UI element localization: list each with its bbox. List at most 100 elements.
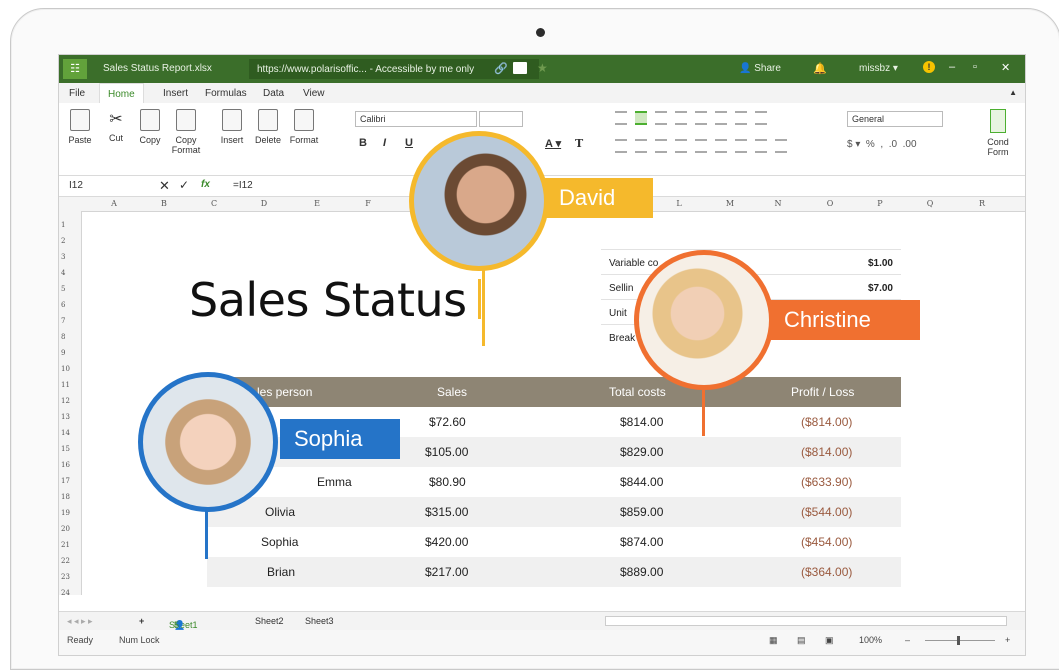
- row-23[interactable]: 23: [61, 573, 70, 581]
- font-name-select[interactable]: Calibri: [355, 111, 477, 127]
- row-4[interactable]: 4: [61, 269, 65, 277]
- underline-icon[interactable]: U: [405, 137, 413, 149]
- row-6[interactable]: 6: [61, 301, 65, 309]
- column-m[interactable]: M: [725, 199, 735, 208]
- table-row[interactable]: Olivia $315.00 $859.00 ($544.00): [207, 497, 901, 527]
- row-22[interactable]: 22: [61, 557, 70, 565]
- share-button[interactable]: 👤 Share: [739, 63, 781, 74]
- distribute-icon[interactable]: [695, 139, 707, 153]
- tab-insert[interactable]: Insert: [163, 88, 188, 99]
- number-format-select[interactable]: General: [847, 111, 943, 127]
- cancel-formula-icon[interactable]: ✕: [159, 178, 170, 194]
- column-p[interactable]: P: [875, 199, 885, 208]
- column-b[interactable]: B: [159, 199, 169, 208]
- align-center-icon[interactable]: [635, 139, 647, 153]
- sheet-tab-3[interactable]: Sheet3: [305, 616, 334, 626]
- bold-icon[interactable]: B: [359, 137, 367, 149]
- tab-formulas[interactable]: Formulas: [205, 88, 247, 99]
- grid-app-icon[interactable]: ☷: [63, 59, 87, 79]
- outdent-icon[interactable]: [715, 139, 727, 153]
- increase-decimal-icon[interactable]: .0: [889, 139, 897, 150]
- paste-button[interactable]: Paste: [63, 109, 97, 145]
- fill-icon[interactable]: [755, 111, 767, 125]
- row-17[interactable]: 17: [61, 477, 70, 485]
- text-style-icon[interactable]: T: [575, 137, 583, 150]
- column-q[interactable]: Q: [925, 199, 935, 208]
- column-o[interactable]: O: [825, 199, 835, 208]
- row-19[interactable]: 19: [61, 509, 70, 517]
- header-profit-loss[interactable]: Profit / Loss: [791, 385, 854, 399]
- collapse-ribbon-icon[interactable]: ▲: [1009, 88, 1017, 97]
- table-row[interactable]: Emma $80.90 $844.00 ($633.90): [207, 467, 901, 497]
- row-2[interactable]: 2: [61, 237, 65, 245]
- confirm-formula-icon[interactable]: ✓: [179, 178, 189, 192]
- normal-view-icon[interactable]: ▦: [769, 635, 778, 646]
- page-break-icon[interactable]: ▣: [825, 635, 834, 646]
- row-3[interactable]: 3: [61, 253, 65, 261]
- column-c[interactable]: C: [209, 199, 219, 208]
- tab-view[interactable]: View: [303, 88, 325, 99]
- column-e[interactable]: E: [312, 199, 322, 208]
- justify-icon[interactable]: [675, 139, 687, 153]
- decrease-decimal-icon[interactable]: .00: [903, 139, 917, 150]
- page-layout-icon[interactable]: ▤: [797, 635, 806, 646]
- wrap-text-icon[interactable]: [675, 111, 687, 125]
- column-d[interactable]: D: [259, 199, 269, 208]
- merge-icon[interactable]: [695, 111, 707, 125]
- cell-style-icon[interactable]: [775, 139, 787, 153]
- bell-icon[interactable]: 🔔: [813, 62, 827, 75]
- mail-icon[interactable]: [513, 62, 527, 74]
- tab-file[interactable]: File: [69, 88, 85, 99]
- row-13[interactable]: 13: [61, 413, 70, 421]
- align-left-icon[interactable]: [615, 139, 627, 153]
- row-21[interactable]: 21: [61, 541, 70, 549]
- minimize-icon[interactable]: –: [949, 61, 955, 73]
- currency-icon[interactable]: $ ▾: [847, 139, 860, 150]
- indent-icon[interactable]: [715, 111, 727, 125]
- column-f[interactable]: F: [363, 199, 373, 208]
- row-15[interactable]: 15: [61, 445, 70, 453]
- header-salesperson[interactable]: les person: [257, 385, 312, 399]
- insert-cells-button[interactable]: Insert: [215, 109, 249, 145]
- zoom-out-icon[interactable]: –: [905, 635, 910, 645]
- row-16[interactable]: 16: [61, 461, 70, 469]
- url-box[interactable]: https://www.polarisoffic... - Accessible…: [249, 59, 539, 79]
- font-size-select[interactable]: [479, 111, 523, 127]
- header-sales[interactable]: Sales: [437, 385, 467, 399]
- formula-input[interactable]: =I12: [233, 180, 253, 191]
- zoom-slider-thumb[interactable]: [957, 636, 960, 645]
- horizontal-scrollbar[interactable]: [605, 616, 1007, 626]
- italic-icon[interactable]: I: [383, 137, 386, 149]
- row-20[interactable]: 20: [61, 525, 70, 533]
- row-5[interactable]: 5: [61, 285, 65, 293]
- percent-icon[interactable]: %: [866, 139, 875, 150]
- zoom-slider[interactable]: [925, 640, 995, 641]
- delete-cells-button[interactable]: Delete: [251, 109, 285, 145]
- row-12[interactable]: 12: [61, 397, 70, 405]
- close-icon[interactable]: ✕: [1001, 61, 1010, 74]
- align-top-icon[interactable]: [615, 111, 627, 125]
- row-18[interactable]: 18: [61, 493, 70, 501]
- align-middle-icon[interactable]: [635, 111, 647, 125]
- row-11[interactable]: 11: [61, 381, 70, 389]
- row-24[interactable]: 24: [61, 589, 70, 597]
- conditional-format-button[interactable]: Cond Form: [981, 109, 1015, 157]
- column-l[interactable]: L: [674, 199, 684, 208]
- row-14[interactable]: 14: [61, 429, 70, 437]
- column-n[interactable]: N: [773, 199, 783, 208]
- sheet-tab-1[interactable]: Sheet1 👤 5: [169, 616, 198, 630]
- sheet-nav-icon[interactable]: ◂ ◂ ▸ ▸: [67, 616, 93, 627]
- sheet-tab-2[interactable]: Sheet2: [255, 616, 284, 626]
- zoom-in-icon[interactable]: +: [1005, 635, 1010, 645]
- tab-home[interactable]: Home: [99, 83, 144, 104]
- sheet-title[interactable]: Sales Status: [189, 273, 467, 327]
- header-total-costs[interactable]: Total costs: [609, 385, 666, 399]
- column-r[interactable]: R: [977, 199, 987, 208]
- table-icon[interactable]: [755, 139, 767, 153]
- cut-button[interactable]: ✂ Cut: [99, 109, 133, 143]
- maximize-icon[interactable]: ▫: [973, 61, 977, 73]
- copy-button[interactable]: Copy: [133, 109, 167, 145]
- tab-data[interactable]: Data: [263, 88, 284, 99]
- align-right-icon[interactable]: [655, 139, 667, 153]
- row-7[interactable]: 7: [61, 317, 65, 325]
